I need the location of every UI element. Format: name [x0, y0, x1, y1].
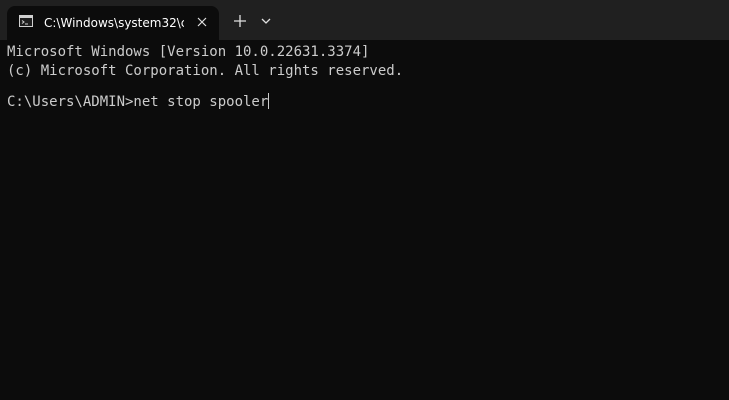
terminal-window: C:\Windows\system32\cmd.e: Microsoft Win…	[0, 0, 729, 400]
cmd-icon	[19, 15, 33, 27]
tab-title: C:\Windows\system32\cmd.e:	[44, 16, 184, 30]
prompt-line[interactable]: C:\Users\ADMIN>net stop spooler	[7, 92, 270, 112]
version-line: Microsoft Windows [Version 10.0.22631.33…	[7, 44, 370, 60]
tab-cmd[interactable]: C:\Windows\system32\cmd.e:	[7, 6, 219, 40]
close-icon[interactable]	[194, 14, 210, 30]
chevron-down-icon[interactable]	[257, 12, 275, 30]
terminal-output[interactable]: Microsoft Windows [Version 10.0.22631.33…	[0, 40, 729, 400]
plus-icon[interactable]	[230, 11, 250, 31]
copyright-line: (c) Microsoft Corporation. All rights re…	[7, 63, 404, 79]
text-cursor	[268, 93, 270, 109]
tab-bar: C:\Windows\system32\cmd.e:	[0, 0, 729, 40]
command-text: C:\Users\ADMIN>net stop spooler	[7, 94, 269, 110]
